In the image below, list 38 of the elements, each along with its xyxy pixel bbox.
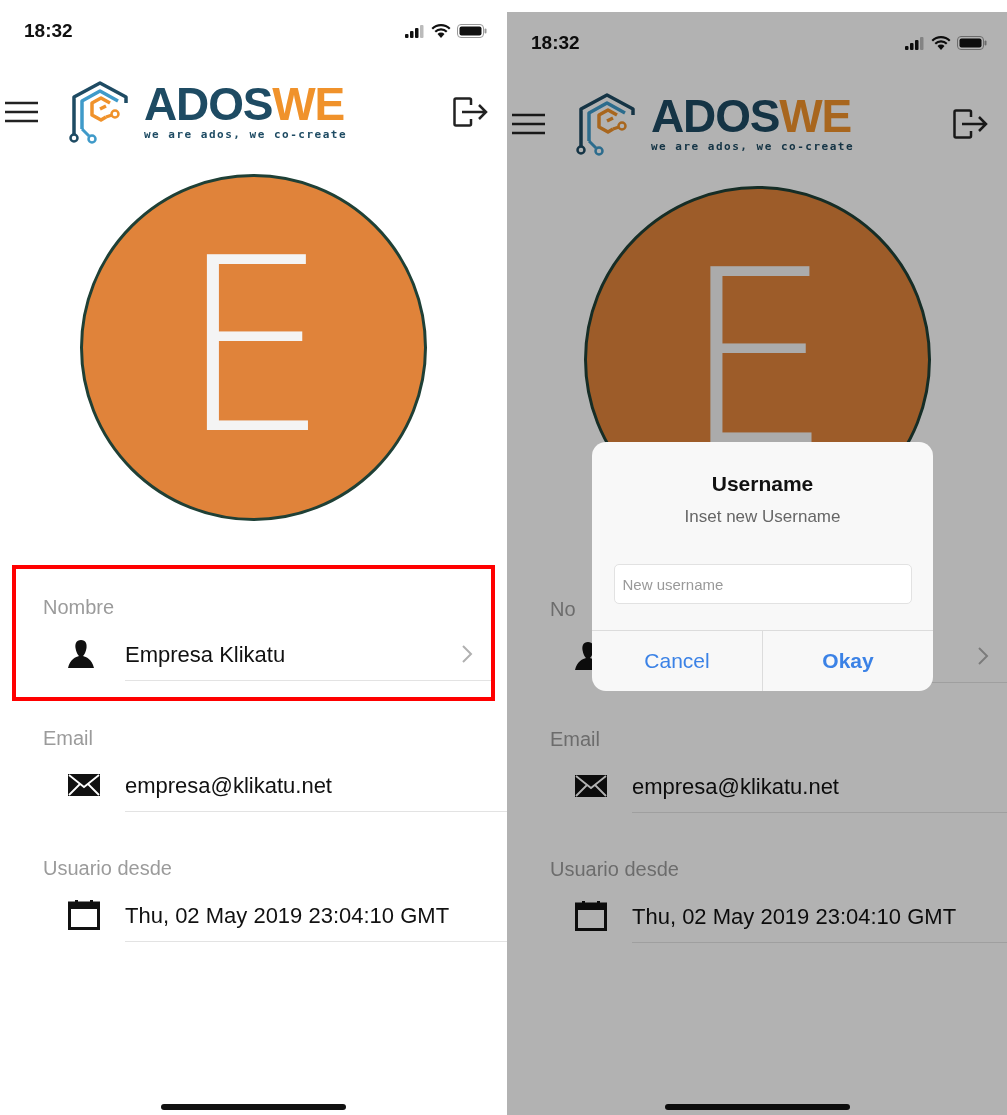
dialog-message: Inset new Username xyxy=(684,505,841,528)
logo-wordmark: ADOSWE xyxy=(144,80,346,127)
logo-wordmark: ADOSWE xyxy=(651,92,853,139)
field-label: Usuario desde xyxy=(550,857,680,882)
dialog-title: Username xyxy=(711,471,814,497)
signal-icon xyxy=(905,36,925,50)
status-time: 18:32 xyxy=(24,18,73,43)
menu-icon[interactable] xyxy=(512,113,545,135)
wifi-icon xyxy=(431,24,451,38)
field-value: Thu, 02 May 2019 23:04:10 GMT xyxy=(125,901,450,930)
cancel-button[interactable]: Cancel xyxy=(592,631,762,691)
battery-icon xyxy=(957,36,987,50)
field-label: No xyxy=(550,597,577,622)
calendar-icon xyxy=(68,900,100,930)
logout-icon[interactable] xyxy=(453,97,489,127)
field-value: empresa@klikatu.net xyxy=(632,772,839,801)
signal-icon xyxy=(405,24,425,38)
person-icon xyxy=(68,640,94,668)
field-value: Empresa Klikatu xyxy=(125,640,286,669)
menu-icon[interactable] xyxy=(5,101,38,123)
field-label: Email xyxy=(43,726,94,751)
wifi-icon xyxy=(931,36,951,50)
status-time: 18:32 xyxy=(531,30,580,55)
envelope-icon xyxy=(68,774,100,796)
okay-button[interactable]: Okay xyxy=(762,631,933,691)
field-label: Nombre xyxy=(43,595,116,620)
logo-tagline: we are ados, we co-create xyxy=(651,138,855,155)
avatar-initial: E xyxy=(177,227,330,467)
field-label: Email xyxy=(550,727,601,752)
battery-icon xyxy=(457,24,487,38)
field-label: Usuario desde xyxy=(43,856,173,881)
envelope-icon xyxy=(575,775,607,797)
calendar-icon xyxy=(575,901,607,931)
field-value: empresa@klikatu.net xyxy=(125,771,332,800)
username-field[interactable]: New username xyxy=(613,564,912,604)
field-value: Thu, 02 May 2019 23:04:10 GMT xyxy=(632,902,957,931)
logout-icon[interactable] xyxy=(953,109,989,139)
logo-tagline: we are ados, we co-create xyxy=(144,126,348,143)
